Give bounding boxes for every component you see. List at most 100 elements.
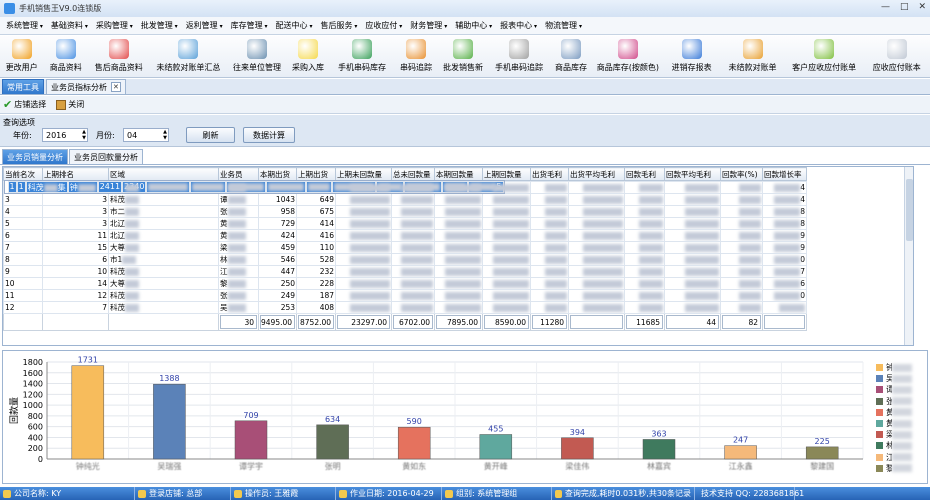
blurred-text — [583, 256, 624, 264]
month-stepper[interactable]: 04 ▲ ▼ — [123, 128, 169, 142]
maximize-button[interactable]: □ — [900, 2, 909, 12]
column-header[interactable]: 当前名次 — [3, 167, 43, 181]
blurred-text — [493, 220, 530, 228]
blurred-text — [493, 232, 530, 240]
close-window-button[interactable]: ✕ — [918, 2, 926, 12]
toolbar-button[interactable]: 采购入库 — [286, 36, 329, 78]
menu-item[interactable]: 应收应付 — [361, 20, 406, 31]
column-header[interactable]: 回款率(%) — [720, 167, 764, 181]
column-header[interactable]: 上期未回款量 — [335, 167, 393, 181]
toolbar-button[interactable]: 商品资料 — [43, 36, 88, 78]
blurred-cell — [335, 265, 393, 278]
toolbar-button[interactable]: 商品库存(按颜色) — [593, 36, 664, 78]
x-tick-label: 谭学宇 — [239, 461, 263, 471]
previous-rank-cell: 1 — [16, 181, 26, 193]
blurred-cell — [568, 217, 626, 230]
column-header[interactable]: 上期回款量 — [482, 167, 532, 181]
close-tab-icon[interactable]: ✕ — [111, 82, 121, 92]
operator-icon — [234, 489, 242, 498]
menu-item[interactable]: 基础资料 — [47, 20, 92, 31]
toolbar-button[interactable]: 手机串码库存 — [330, 36, 395, 78]
column-header[interactable]: 本期回款量 — [434, 167, 484, 181]
column-header[interactable]: 回款平均毛利 — [664, 167, 722, 181]
legend-item: 黎 — [876, 463, 916, 474]
toolbar-button-label: 应收应付账本 — [872, 63, 921, 72]
blurred-text — [445, 244, 482, 252]
last-shipment-cell: 416 — [296, 229, 337, 242]
menu-item[interactable]: 报表中心 — [496, 20, 541, 31]
table-row[interactable]: 3 3 科茂谭 1043 649 4 — [3, 193, 808, 206]
toolbar-button[interactable]: 应收应付账本 — [863, 36, 930, 78]
table-row[interactable]: 11 12 科茂 张 249 187 0 — [3, 289, 808, 302]
table-row[interactable]: 6 11 北辽 黄 424 416 9 — [3, 229, 808, 242]
table-row[interactable]: 12 7 科茂 吴 253 408 — [3, 301, 808, 314]
menu-item[interactable]: 财务管理 — [406, 20, 451, 31]
toolbar-button[interactable]: 批发销售新 — [438, 36, 489, 78]
menu-item[interactable]: 系统管理 — [2, 20, 47, 31]
last-shipment-cell: 414 — [296, 217, 337, 230]
window-title: 手机销售王V9.0连锁版 — [19, 4, 102, 13]
shop-select-button[interactable]: ✔ 店铺选择 — [3, 98, 46, 111]
table-row[interactable]: 9 10 科茂 江 447 232 7 — [3, 265, 808, 278]
column-header[interactable]: 总未回款量 — [391, 167, 436, 181]
column-header[interactable]: 上期出货 — [296, 167, 337, 181]
toolbar-button[interactable]: 售后商品资料 — [88, 36, 149, 78]
refresh-button[interactable]: 刷新 — [186, 127, 235, 143]
tab-payment-volume[interactable]: 业务员回款量分析 — [69, 149, 143, 164]
menu-item[interactable]: 批发管理 — [137, 20, 182, 31]
toolbar-button[interactable]: 未结款对账单汇总 — [149, 36, 227, 78]
column-header[interactable]: 回款毛利 — [624, 167, 666, 181]
year-stepper[interactable]: 2016 ▲ ▼ — [42, 128, 88, 142]
status-bar: 公司名称: KY 登录店铺: 总部 操作员: 王雅霞 作业日期: 2016-04-29… — [0, 487, 930, 500]
menu-item[interactable]: 辅助中心 — [451, 20, 496, 31]
column-header[interactable]: 出货平均毛利 — [568, 167, 626, 181]
menu-item[interactable]: 物流管理 — [541, 20, 586, 31]
table-row[interactable]: 5 3 北辽 黄 729 414 8 — [3, 217, 808, 230]
status-item: 作业日期: 2016-04-29 — [336, 487, 442, 500]
toolbar-button[interactable]: 手机串码追踪 — [489, 36, 550, 78]
blurred-text — [739, 304, 762, 312]
menu-item[interactable]: 售后服务 — [316, 20, 361, 31]
tab-salesman-analysis[interactable]: 业务员指标分析 ✕ — [46, 79, 126, 94]
toolbar-button[interactable]: 往来单位管理 — [228, 36, 287, 78]
tab-sales-volume[interactable]: 业务员销量分析 — [2, 149, 68, 164]
menu-item[interactable]: 配送中心 — [272, 20, 317, 31]
toolbar-button[interactable]: 更改用户 — [0, 36, 43, 78]
table-row[interactable]: 4 3 市二 张 958 675 8 — [3, 205, 808, 218]
toolbar-button[interactable]: 未结款对账单 — [720, 36, 785, 78]
calculate-button[interactable]: 数据计算 — [243, 127, 295, 143]
column-header[interactable]: 回款增长率 — [762, 167, 808, 181]
bar — [234, 420, 268, 460]
menu-item[interactable]: 返利管理 — [182, 20, 227, 31]
product-stock-icon — [560, 39, 581, 59]
table-row[interactable]: 7 15 大尊 梁 459 110 9 — [3, 241, 808, 254]
table-row[interactable]: 10 14 大尊 黎 250 228 6 — [3, 277, 808, 290]
tab-common-tools[interactable]: 常用工具 — [2, 79, 44, 94]
column-header[interactable]: 业务员 — [218, 167, 259, 181]
spin-arrows-icon[interactable]: ▲ ▼ — [82, 129, 86, 141]
legend-swatch — [876, 431, 883, 439]
column-header[interactable]: 上期排名 — [42, 167, 109, 181]
column-header[interactable]: 本期出货 — [257, 167, 298, 181]
vertical-scrollbar[interactable] — [904, 167, 913, 345]
status-text: 作业日期: 2016-04-29 — [350, 489, 434, 498]
blurred-text — [493, 280, 530, 288]
toolbar-button[interactable]: 商品库存 — [549, 36, 592, 78]
toolbar-button-label: 手机串码追踪 — [494, 63, 543, 72]
column-header[interactable]: 区域 — [108, 167, 219, 181]
toolbar-button[interactable]: 串码追踪 — [394, 36, 437, 78]
stock-by-color-icon — [617, 39, 638, 59]
toolbar-button[interactable]: 进销存报表 — [663, 36, 720, 78]
table-row[interactable]: 8 6 市1 林 546 528 0 — [3, 253, 808, 266]
rank-cell: 8 — [3, 253, 43, 266]
blurred-text — [892, 363, 912, 372]
spin-arrows-icon[interactable]: ▲ ▼ — [163, 129, 167, 141]
cell-digit: 4 — [800, 183, 806, 192]
scroll-thumb[interactable] — [906, 179, 913, 241]
menu-item[interactable]: 库存管理 — [227, 20, 272, 31]
minimize-button[interactable]: — — [881, 2, 890, 12]
close-button[interactable]: 关闭 — [56, 99, 84, 110]
column-header[interactable]: 出货毛利 — [530, 167, 570, 181]
menu-item[interactable]: 采购管理 — [92, 20, 137, 31]
toolbar-button[interactable]: 客户应收应付账单 — [785, 36, 863, 78]
